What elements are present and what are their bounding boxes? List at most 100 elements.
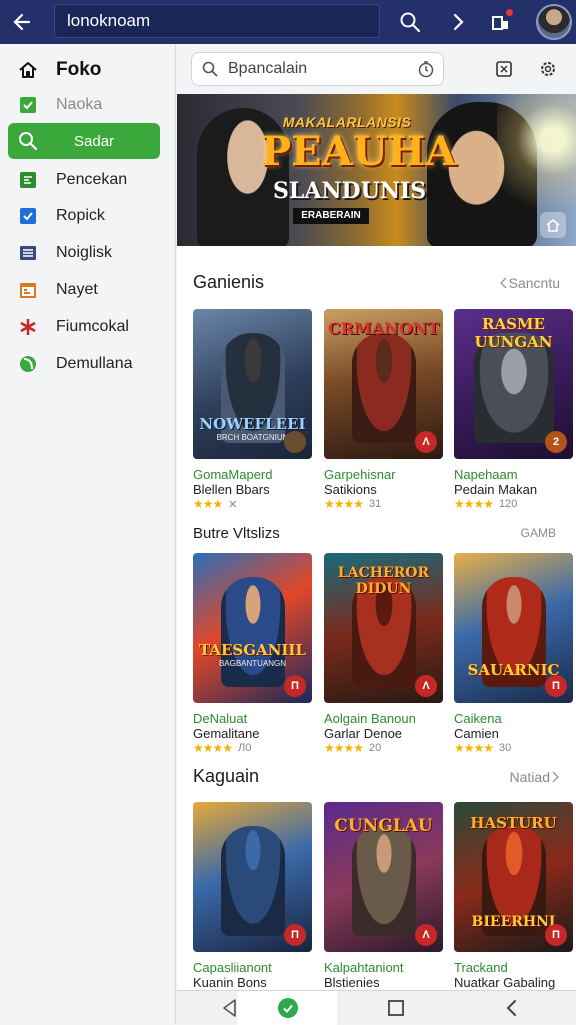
game-publisher: Camien <box>454 726 499 741</box>
section-link[interactable]: GAMB <box>521 526 556 540</box>
nav-previous-button[interactable] <box>499 995 525 1021</box>
thumbnail-badge: 2 <box>545 431 567 453</box>
crop-icon <box>496 61 512 77</box>
gear-icon <box>541 62 555 76</box>
game-thumbnail: SAUARNIC Π <box>454 553 573 703</box>
settings-button[interactable] <box>535 56 561 82</box>
game-name: Aolgain Banoun <box>324 711 416 726</box>
sidebar-item-nayet[interactable]: Nayet <box>8 272 160 308</box>
main-content: Bpancalain MAKALARLANSIS PEAUHA SLANDUNI… <box>177 44 576 990</box>
top-bar: lonoknoam <box>0 0 576 44</box>
forward-button[interactable] <box>443 7 473 37</box>
game-card[interactable]: SAUARNIC Π Caikena Camien ★★★★ 30 <box>454 553 573 755</box>
checkbox-icon <box>16 93 40 117</box>
thumbnail-title: LACHEROR DIDUN <box>337 565 430 597</box>
timer-icon[interactable] <box>417 60 435 78</box>
sidebar-item-fiumcokal[interactable]: Fiumcokal <box>8 309 160 345</box>
sidebar-item-pencekan[interactable]: Pencekan <box>8 162 160 198</box>
game-card[interactable]: LACHEROR DIDUN Λ Aolgain Banoun Garlar D… <box>324 553 443 755</box>
game-publisher: Kuanin Bons <box>193 975 267 990</box>
sidebar-item-foko[interactable]: Foko <box>8 52 160 88</box>
game-card[interactable]: RASME UUNGAN 2 Napehaam Pedain Makan ★★★… <box>454 309 573 511</box>
sidebar-item-label: Naoka <box>56 96 103 113</box>
hero-banner[interactable]: MAKALARLANSIS PEAUHA SLANDUNIS ERABERAIN <box>177 94 576 246</box>
sidebar-item-label: Noiglisk <box>56 244 113 261</box>
game-rating: ★★★★ 31 <box>324 497 443 511</box>
character-figure <box>221 577 285 687</box>
sidebar-item-naoka[interactable]: Naoka <box>8 87 160 123</box>
triangle-back-icon <box>223 999 236 1017</box>
section-link[interactable]: Natiad <box>510 769 560 785</box>
screenshot-button[interactable] <box>491 56 517 82</box>
game-name: Caikena <box>454 711 502 726</box>
rating-meta: 30 <box>499 742 512 754</box>
notification-badge <box>506 9 513 16</box>
game-publisher: Pedain Makan <box>454 482 538 497</box>
nav-recents-button[interactable] <box>383 995 409 1021</box>
game-card[interactable]: HASTURU BIEERHNI Π Trackand Nuatkar Gaba… <box>454 802 573 990</box>
rating-meta: 31 <box>369 498 382 510</box>
star-rating: ★★★★ <box>454 497 494 511</box>
game-thumbnail: LACHEROR DIDUN Λ <box>324 553 443 703</box>
star-rating: ★★★★ <box>193 741 233 755</box>
thumbnail-badge: Λ <box>415 431 437 453</box>
game-rating: ★★★★ 20 <box>324 741 443 755</box>
star-rating: ★★★★ <box>324 741 364 755</box>
address-field[interactable]: lonoknoam <box>54 4 380 38</box>
rating-meta: 120 <box>499 498 518 510</box>
game-rating: ★★★★ Л0 <box>193 741 312 755</box>
sidebar-item-label: Nayet <box>56 281 98 298</box>
star-rating: ★★★ <box>193 497 223 511</box>
system-nav-bar <box>177 990 576 1025</box>
arrow-left-icon <box>13 13 31 31</box>
thumbnail-title: HASTURU <box>470 814 557 832</box>
game-thumbnail: TAESGANIIL BAGBANTUANGN Π <box>193 553 312 703</box>
game-thumbnail: NOWEFLEEI BRCH BOATGNIUN <box>193 309 312 459</box>
search-row: Bpancalain <box>177 44 576 94</box>
thumbnail-subtitle: BAGBANTUANGN <box>218 659 287 668</box>
avatar[interactable] <box>536 4 572 40</box>
thumbnail-title: RASME UUNGAN <box>474 315 553 351</box>
search-icon <box>16 129 40 153</box>
list-icon <box>16 241 40 265</box>
game-name: Garpehisnar <box>324 467 396 482</box>
game-card[interactable]: NOWEFLEEI BRCH BOATGNIUN GomaMaperd Blel… <box>193 309 312 511</box>
character-figure <box>352 333 416 443</box>
chevron-left-icon <box>506 1000 516 1016</box>
grid-icon <box>16 168 40 192</box>
thumbnail-title: TAESGANIIL <box>199 641 306 659</box>
sidebar-item-label: Demullana <box>56 355 133 372</box>
expand-button[interactable] <box>540 212 566 238</box>
game-publisher: Blellen Bbars <box>193 482 270 497</box>
game-card[interactable]: TAESGANIIL BAGBANTUANGN Π DeNaluat Gemal… <box>193 553 312 755</box>
search-box[interactable]: Bpancalain <box>191 52 444 86</box>
notifications-button[interactable] <box>486 7 516 37</box>
search-input[interactable]: Bpancalain <box>228 60 307 78</box>
nav-back-button[interactable] <box>217 995 243 1021</box>
nav-home-button[interactable] <box>275 995 301 1021</box>
thumbnail-title: NOWEFLEEI <box>199 415 306 433</box>
back-button[interactable] <box>0 0 44 44</box>
game-card[interactable]: Π Capasliianont Kuanin Bons <box>193 802 312 990</box>
search-icon <box>202 61 218 77</box>
thumbnail-badge: Π <box>284 924 306 946</box>
sidebar-item-noiglisk[interactable]: Noiglisk <box>8 235 160 271</box>
sidebar-item-ropick[interactable]: Ropick <box>8 198 160 234</box>
thumbnail-badge: Π <box>545 924 567 946</box>
section-link[interactable]: Sancntu <box>499 275 560 291</box>
game-card[interactable]: CUNGLAU Λ Kalpahtaniont Blstienies <box>324 802 443 990</box>
thumbnail-title: CRMANONT <box>328 319 440 338</box>
sidebar-item-sadar[interactable]: Sadar <box>8 123 160 159</box>
rating-meta: ✕ <box>228 498 238 511</box>
thumbnail-badge: Λ <box>415 675 437 697</box>
sidebar-item-label: Sadar <box>74 132 115 150</box>
game-card[interactable]: CRMANONT Λ Garpehisnar Satikions ★★★★ 31 <box>324 309 443 511</box>
sidebar: Foko Naoka Sadar Pencekan Ropick Noiglis… <box>0 44 176 1024</box>
game-rating: ★★★ ✕ <box>193 497 312 511</box>
search-button[interactable] <box>395 7 425 37</box>
game-publisher: Nuatkar Gabaling <box>454 975 556 990</box>
sidebar-item-demullana[interactable]: Demullana <box>8 346 160 382</box>
sidebar-item-label: Pencekan <box>56 171 128 188</box>
square-icon <box>388 1000 404 1016</box>
section-link-label: Sancntu <box>508 275 560 291</box>
